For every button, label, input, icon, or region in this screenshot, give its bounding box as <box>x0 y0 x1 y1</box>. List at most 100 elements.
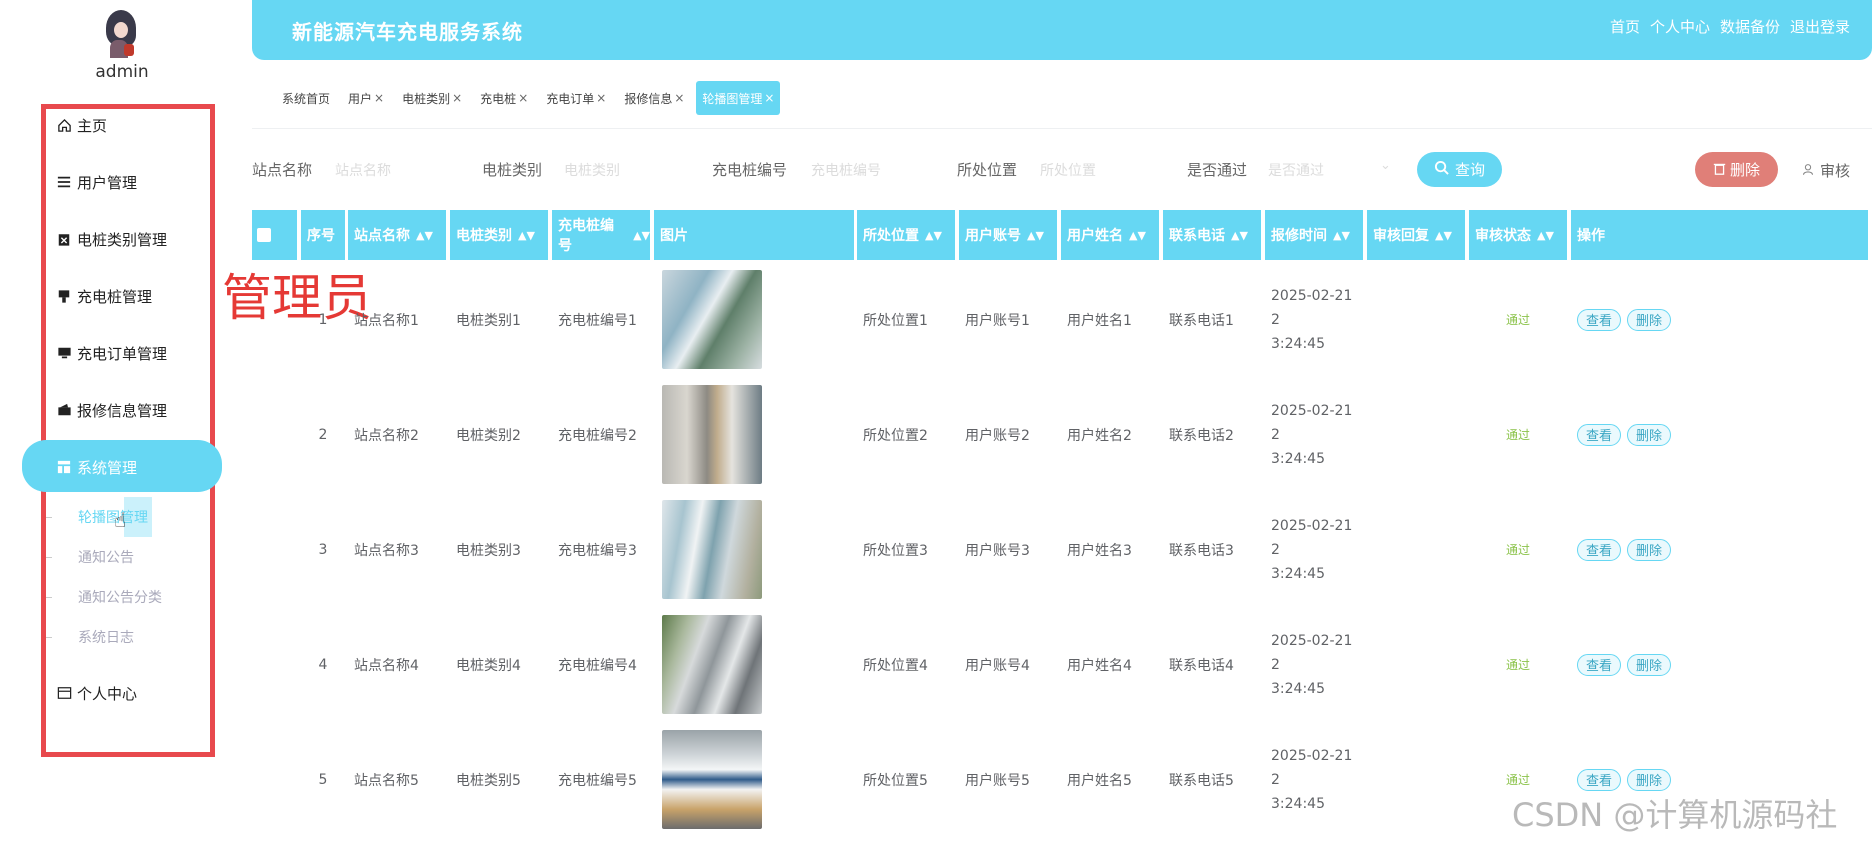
tab-label: 报修信息 <box>624 91 673 106</box>
sort-icon[interactable]: ▲▼ <box>1435 229 1452 242</box>
menu-item-label: 报修信息管理 <box>77 401 168 420</box>
cell-site: 站点名称1 <box>354 312 419 329</box>
view-button[interactable]: 查看 <box>1577 768 1622 791</box>
menu-item-repairs[interactable]: 报修信息管理 <box>56 398 167 422</box>
time-line: 2025-02-21 2 <box>1271 402 1353 443</box>
column-header[interactable]: 所处位置 ▲▼ <box>857 210 955 260</box>
view-button[interactable]: 查看 <box>1577 538 1622 561</box>
search-label-location: 所处位置 <box>957 161 1018 179</box>
menu-item-users[interactable]: 用户管理 <box>56 170 137 194</box>
batch-delete-button[interactable]: 删除 <box>1695 152 1778 187</box>
cell-site: 站点名称3 <box>354 542 419 559</box>
search-select-approved[interactable]: 是否通过 <box>1268 160 1324 180</box>
search-input-location[interactable]: 所处位置 <box>1040 160 1096 180</box>
charger-photo[interactable] <box>662 500 762 599</box>
sort-icon[interactable]: ▲▼ <box>1333 229 1350 242</box>
tab-orders[interactable]: 充电订单 × <box>540 81 612 115</box>
column-header[interactable]: 联系电话 ▲▼ <box>1163 210 1261 260</box>
view-button[interactable]: 查看 <box>1577 653 1622 676</box>
charger-photo[interactable] <box>662 385 762 484</box>
sort-icon[interactable]: ▲▼ <box>1231 229 1248 242</box>
query-button[interactable]: 查询 <box>1417 152 1502 187</box>
tab-bar: 系统首页 用户 × 电桩类别 × 充电桩 × 充电订单 × 报修信息 × 轮播图管理 × <box>276 81 786 115</box>
column-header[interactable]: 报修时间 ▲▼ <box>1265 210 1363 260</box>
submenu-item-notice-categories[interactable]: 通知公告分类 <box>78 587 162 607</box>
menu-item-charger-types[interactable]: 电桩类别管理 <box>56 227 167 251</box>
annotation-frame <box>41 104 215 757</box>
tab-users[interactable]: 用户 × <box>342 81 390 115</box>
list-icon <box>56 174 72 190</box>
sort-icon[interactable]: ▲▼ <box>633 229 650 242</box>
menu-item-profile[interactable]: 个人中心 <box>56 681 137 705</box>
submenu-item-carousel[interactable]: 轮播图管理 <box>78 507 148 527</box>
close-icon[interactable]: × <box>674 91 684 105</box>
header-label: 电桩类别 <box>456 228 512 244</box>
column-header[interactable]: 电桩类别 ▲▼ <box>450 210 548 260</box>
delete-button[interactable]: 删除 <box>1627 538 1672 561</box>
cell-site: 站点名称2 <box>354 427 419 444</box>
chevron-down-icon[interactable]: ⌄ <box>1380 158 1391 173</box>
cell-actions: 查看 删除 <box>1571 377 1868 492</box>
select-all-checkbox[interactable] <box>257 228 271 242</box>
header-link-logout[interactable]: 退出登录 <box>1790 16 1850 37</box>
menu-item-chargers[interactable]: 充电桩管理 <box>56 284 152 308</box>
header-link-backup[interactable]: 数据备份 <box>1720 16 1780 37</box>
sort-icon[interactable]: ▲▼ <box>416 229 433 242</box>
search-label-approved: 是否通过 <box>1187 161 1248 179</box>
menu-item-system[interactable]: 系统管理 <box>56 455 137 479</box>
sort-icon[interactable]: ▲▼ <box>518 229 535 242</box>
close-icon[interactable]: × <box>596 91 606 105</box>
audit-button[interactable]: 审核 <box>1802 160 1850 181</box>
tab-chargers[interactable]: 充电桩 × <box>474 81 534 115</box>
submenu-item-system-log[interactable]: 系统日志 <box>78 627 134 647</box>
column-header[interactable]: 用户账号 ▲▼ <box>959 210 1057 260</box>
tab-home[interactable]: 系统首页 <box>276 81 336 115</box>
cell-reply <box>1367 722 1465 837</box>
tab-label: 电桩类别 <box>402 91 451 106</box>
header-link-home[interactable]: 首页 <box>1610 16 1640 37</box>
search-input-site[interactable]: 站点名称 <box>335 160 391 180</box>
submenu-item-notices[interactable]: 通知公告 <box>78 547 134 567</box>
tab-charger-types[interactable]: 电桩类别 × <box>396 81 468 115</box>
username-label: admin <box>95 62 149 82</box>
cell-location: 所处位置1 <box>863 312 928 329</box>
delete-button[interactable]: 删除 <box>1627 308 1672 331</box>
column-header[interactable]: 用户姓名 ▲▼ <box>1061 210 1159 260</box>
header-label: 站点名称 <box>354 228 410 244</box>
charger-photo[interactable] <box>662 270 762 369</box>
menu-item-label: 充电桩管理 <box>77 287 153 306</box>
search-label-site: 站点名称 <box>252 161 313 179</box>
time-line: 2025-02-21 2 <box>1271 287 1353 328</box>
cell-image <box>662 377 852 492</box>
view-button[interactable]: 查看 <box>1577 423 1622 446</box>
sort-icon[interactable]: ▲▼ <box>1027 229 1044 242</box>
close-icon[interactable]: × <box>374 91 384 105</box>
close-icon[interactable]: × <box>452 91 462 105</box>
cell-status: 通过 <box>1505 313 1530 327</box>
tab-repairs[interactable]: 报修信息 × <box>618 81 690 115</box>
sort-icon[interactable]: ▲▼ <box>1129 229 1146 242</box>
search-input-type[interactable]: 电桩类别 <box>564 160 620 180</box>
menu-item-home[interactable]: 主页 <box>56 113 107 137</box>
header-link-profile[interactable]: 个人中心 <box>1650 16 1710 37</box>
menu-item-orders[interactable]: 充电订单管理 <box>56 341 167 365</box>
charger-photo[interactable] <box>662 730 762 829</box>
wallet-icon <box>56 402 72 418</box>
avatar[interactable] <box>100 8 144 58</box>
charger-photo[interactable] <box>662 615 762 714</box>
view-button[interactable]: 查看 <box>1577 308 1622 331</box>
delete-button[interactable]: 删除 <box>1627 423 1672 446</box>
delete-button[interactable]: 删除 <box>1627 653 1672 676</box>
close-icon[interactable]: × <box>518 91 528 105</box>
sort-icon[interactable]: ▲▼ <box>1537 229 1554 242</box>
tab-carousel[interactable]: 轮播图管理 × <box>696 81 781 115</box>
search-input-code[interactable]: 充电桩编号 <box>811 160 881 180</box>
column-header[interactable]: 充电桩编号 ▲▼ <box>552 210 650 260</box>
sort-icon[interactable]: ▲▼ <box>925 229 942 242</box>
column-header[interactable]: 审核回复 ▲▼ <box>1367 210 1465 260</box>
cell-name: 用户姓名3 <box>1067 542 1132 559</box>
column-header[interactable]: 站点名称 ▲▼ <box>348 210 446 260</box>
delete-button[interactable]: 删除 <box>1627 768 1672 791</box>
close-icon[interactable]: × <box>764 91 774 105</box>
column-header[interactable]: 审核状态 ▲▼ <box>1469 210 1567 260</box>
